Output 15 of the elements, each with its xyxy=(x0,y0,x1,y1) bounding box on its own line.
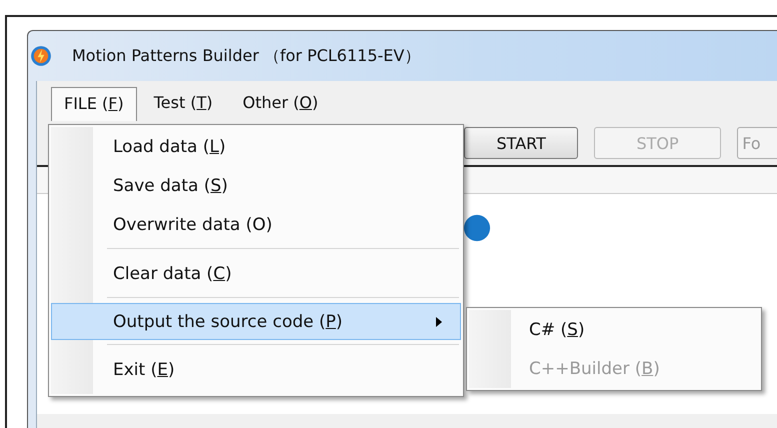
menu-item[interactable]: Exit (E) xyxy=(51,350,461,389)
menu-item[interactable]: Other (O) xyxy=(230,86,332,121)
menu-item[interactable]: Save data (S) xyxy=(51,166,461,205)
menu-item[interactable]: Overwrite data (O) xyxy=(51,205,461,244)
menu-item[interactable]: Test (T) xyxy=(140,86,226,121)
menu-item[interactable]: C# (S) xyxy=(469,310,759,349)
menu-item[interactable]: Load data (L) xyxy=(51,127,461,166)
menu-item[interactable]: FILE (F) xyxy=(51,87,137,121)
submenu-arrow-icon xyxy=(436,316,442,326)
ball-icon xyxy=(463,214,491,242)
menu-item[interactable]: Clear data (C) xyxy=(51,254,461,293)
start-button[interactable]: START xyxy=(464,127,578,159)
menu-item[interactable]: Output the source code (P) xyxy=(51,303,461,340)
window-title: Motion Patterns Builder （for PCL6115-EV） xyxy=(72,46,420,66)
app-icon xyxy=(30,45,52,67)
